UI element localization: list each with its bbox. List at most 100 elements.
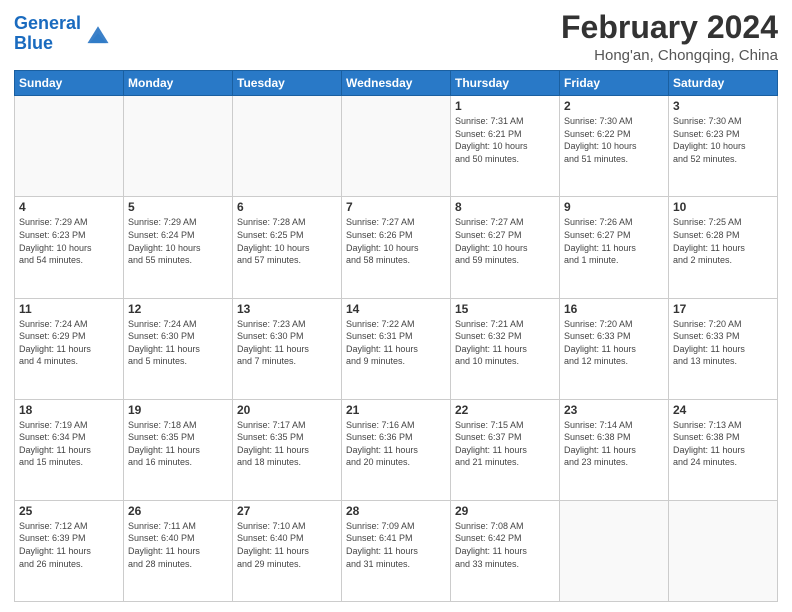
day-info: Sunrise: 7:29 AM Sunset: 6:24 PM Dayligh… xyxy=(128,216,228,266)
calendar-cell: 12 Sunrise: 7:24 AM Sunset: 6:30 PM Dayli… xyxy=(124,298,233,399)
weekday-thursday: Thursday xyxy=(451,71,560,96)
day-info: Sunrise: 7:27 AM Sunset: 6:27 PM Dayligh… xyxy=(455,216,555,266)
weekday-saturday: Saturday xyxy=(669,71,778,96)
calendar-cell: 19 Sunrise: 7:18 AM Sunset: 6:35 PM Dayli… xyxy=(124,399,233,500)
calendar-cell: 29 Sunrise: 7:08 AM Sunset: 6:42 PM Dayli… xyxy=(451,500,560,601)
day-info: Sunrise: 7:25 AM Sunset: 6:28 PM Dayligh… xyxy=(673,216,773,266)
day-info: Sunrise: 7:20 AM Sunset: 6:33 PM Dayligh… xyxy=(673,318,773,368)
calendar-cell: 2 Sunrise: 7:30 AM Sunset: 6:22 PM Daylig… xyxy=(560,96,669,197)
day-info: Sunrise: 7:18 AM Sunset: 6:35 PM Dayligh… xyxy=(128,419,228,469)
calendar-cell: 1 Sunrise: 7:31 AM Sunset: 6:21 PM Daylig… xyxy=(451,96,560,197)
day-number: 17 xyxy=(673,302,773,316)
day-number: 29 xyxy=(455,504,555,518)
calendar-cell: 16Sunrise: 7:20 AM Sunset: 6:33 PM Dayli… xyxy=(560,298,669,399)
calendar-cell: 3 Sunrise: 7:30 AM Sunset: 6:23 PM Daylig… xyxy=(669,96,778,197)
day-info: Sunrise: 7:16 AM Sunset: 6:36 PM Dayligh… xyxy=(346,419,446,469)
day-number: 24 xyxy=(673,403,773,417)
day-number: 19 xyxy=(128,403,228,417)
day-number: 2 xyxy=(564,99,664,113)
logo-blue: Blue xyxy=(14,34,81,54)
calendar-cell xyxy=(560,500,669,601)
day-info: Sunrise: 7:29 AM Sunset: 6:23 PM Dayligh… xyxy=(19,216,119,266)
day-info: Sunrise: 7:09 AM Sunset: 6:41 PM Dayligh… xyxy=(346,520,446,570)
day-number: 12 xyxy=(128,302,228,316)
weekday-wednesday: Wednesday xyxy=(342,71,451,96)
day-number: 9 xyxy=(564,200,664,214)
logo-icon xyxy=(84,20,112,48)
calendar-table: SundayMondayTuesdayWednesdayThursdayFrid… xyxy=(14,70,778,602)
calendar-cell: 10Sunrise: 7:25 AM Sunset: 6:28 PM Dayli… xyxy=(669,197,778,298)
day-number: 8 xyxy=(455,200,555,214)
day-info: Sunrise: 7:27 AM Sunset: 6:26 PM Dayligh… xyxy=(346,216,446,266)
day-info: Sunrise: 7:21 AM Sunset: 6:32 PM Dayligh… xyxy=(455,318,555,368)
day-number: 27 xyxy=(237,504,337,518)
calendar-cell: 8 Sunrise: 7:27 AM Sunset: 6:27 PM Daylig… xyxy=(451,197,560,298)
day-number: 4 xyxy=(19,200,119,214)
day-info: Sunrise: 7:10 AM Sunset: 6:40 PM Dayligh… xyxy=(237,520,337,570)
logo-text: General xyxy=(14,14,81,34)
calendar-cell: 13 Sunrise: 7:23 AM Sunset: 6:30 PM Dayli… xyxy=(233,298,342,399)
weekday-monday: Monday xyxy=(124,71,233,96)
day-number: 13 xyxy=(237,302,337,316)
calendar-cell: 23 Sunrise: 7:14 AM Sunset: 6:38 PM Dayli… xyxy=(560,399,669,500)
calendar-cell: 21 Sunrise: 7:16 AM Sunset: 6:36 PM Dayli… xyxy=(342,399,451,500)
day-number: 1 xyxy=(455,99,555,113)
day-number: 22 xyxy=(455,403,555,417)
day-info: Sunrise: 7:30 AM Sunset: 6:22 PM Dayligh… xyxy=(564,115,664,165)
day-info: Sunrise: 7:31 AM Sunset: 6:21 PM Dayligh… xyxy=(455,115,555,165)
calendar-cell xyxy=(15,96,124,197)
day-info: Sunrise: 7:24 AM Sunset: 6:29 PM Dayligh… xyxy=(19,318,119,368)
week-row-1: 4 Sunrise: 7:29 AM Sunset: 6:23 PM Daylig… xyxy=(15,197,778,298)
calendar-cell: 17 Sunrise: 7:20 AM Sunset: 6:33 PM Dayli… xyxy=(669,298,778,399)
weekday-friday: Friday xyxy=(560,71,669,96)
calendar-cell xyxy=(124,96,233,197)
title-block: February 2024 Hong'an, Chongqing, China xyxy=(561,10,778,64)
day-number: 3 xyxy=(673,99,773,113)
calendar-cell: 25Sunrise: 7:12 AM Sunset: 6:39 PM Dayli… xyxy=(15,500,124,601)
day-info: Sunrise: 7:12 AM Sunset: 6:39 PM Dayligh… xyxy=(19,520,119,570)
calendar-cell: 28 Sunrise: 7:09 AM Sunset: 6:41 PM Dayli… xyxy=(342,500,451,601)
day-info: Sunrise: 7:14 AM Sunset: 6:38 PM Dayligh… xyxy=(564,419,664,469)
day-info: Sunrise: 7:28 AM Sunset: 6:25 PM Dayligh… xyxy=(237,216,337,266)
week-row-3: 18 Sunrise: 7:19 AM Sunset: 6:34 PM Dayli… xyxy=(15,399,778,500)
weekday-tuesday: Tuesday xyxy=(233,71,342,96)
main-title: February 2024 xyxy=(561,10,778,45)
calendar-cell: 7 Sunrise: 7:27 AM Sunset: 6:26 PM Daylig… xyxy=(342,197,451,298)
day-number: 15 xyxy=(455,302,555,316)
calendar-cell: 27 Sunrise: 7:10 AM Sunset: 6:40 PM Dayli… xyxy=(233,500,342,601)
week-row-2: 11Sunrise: 7:24 AM Sunset: 6:29 PM Dayli… xyxy=(15,298,778,399)
calendar-cell xyxy=(669,500,778,601)
day-info: Sunrise: 7:20 AM Sunset: 6:33 PM Dayligh… xyxy=(564,318,664,368)
day-number: 20 xyxy=(237,403,337,417)
day-number: 5 xyxy=(128,200,228,214)
calendar-cell: 20 Sunrise: 7:17 AM Sunset: 6:35 PM Dayli… xyxy=(233,399,342,500)
day-number: 23 xyxy=(564,403,664,417)
day-info: Sunrise: 7:22 AM Sunset: 6:31 PM Dayligh… xyxy=(346,318,446,368)
calendar-cell: 14Sunrise: 7:22 AM Sunset: 6:31 PM Dayli… xyxy=(342,298,451,399)
calendar-cell: 9Sunrise: 7:26 AM Sunset: 6:27 PM Daylig… xyxy=(560,197,669,298)
day-number: 28 xyxy=(346,504,446,518)
weekday-sunday: Sunday xyxy=(15,71,124,96)
calendar-cell: 26 Sunrise: 7:11 AM Sunset: 6:40 PM Dayli… xyxy=(124,500,233,601)
day-info: Sunrise: 7:30 AM Sunset: 6:23 PM Dayligh… xyxy=(673,115,773,165)
day-info: Sunrise: 7:23 AM Sunset: 6:30 PM Dayligh… xyxy=(237,318,337,368)
day-number: 21 xyxy=(346,403,446,417)
calendar-cell xyxy=(233,96,342,197)
calendar-cell: 6Sunrise: 7:28 AM Sunset: 6:25 PM Daylig… xyxy=(233,197,342,298)
day-number: 18 xyxy=(19,403,119,417)
calendar-cell: 15 Sunrise: 7:21 AM Sunset: 6:32 PM Dayli… xyxy=(451,298,560,399)
day-number: 7 xyxy=(346,200,446,214)
day-number: 26 xyxy=(128,504,228,518)
day-info: Sunrise: 7:17 AM Sunset: 6:35 PM Dayligh… xyxy=(237,419,337,469)
day-info: Sunrise: 7:11 AM Sunset: 6:40 PM Dayligh… xyxy=(128,520,228,570)
day-info: Sunrise: 7:08 AM Sunset: 6:42 PM Dayligh… xyxy=(455,520,555,570)
day-info: Sunrise: 7:24 AM Sunset: 6:30 PM Dayligh… xyxy=(128,318,228,368)
header: General Blue February 2024 Hong'an, Chon… xyxy=(14,10,778,64)
calendar-cell: 5 Sunrise: 7:29 AM Sunset: 6:24 PM Daylig… xyxy=(124,197,233,298)
day-info: Sunrise: 7:15 AM Sunset: 6:37 PM Dayligh… xyxy=(455,419,555,469)
day-info: Sunrise: 7:19 AM Sunset: 6:34 PM Dayligh… xyxy=(19,419,119,469)
day-info: Sunrise: 7:13 AM Sunset: 6:38 PM Dayligh… xyxy=(673,419,773,469)
logo-general: General xyxy=(14,13,81,33)
week-row-0: 1 Sunrise: 7:31 AM Sunset: 6:21 PM Daylig… xyxy=(15,96,778,197)
calendar-cell: 4 Sunrise: 7:29 AM Sunset: 6:23 PM Daylig… xyxy=(15,197,124,298)
